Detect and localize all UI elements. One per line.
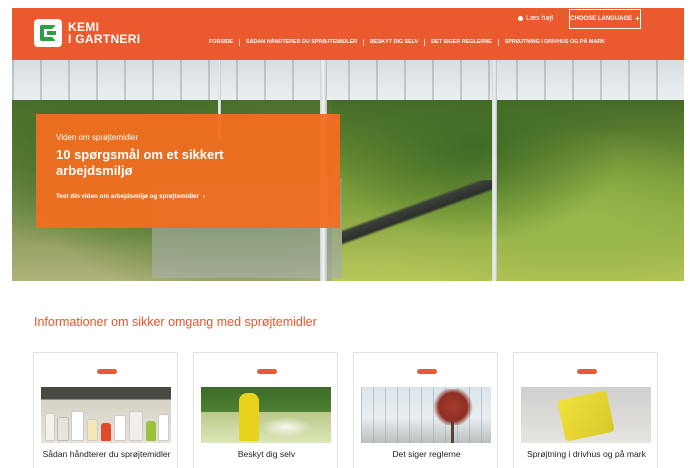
speaker-icon (518, 16, 523, 21)
card-sprojtning[interactable]: Sprøjtning i drivhus og på mark (513, 352, 658, 468)
card-accent-bar (577, 369, 597, 374)
hero-promo-box: Viden om sprøjtemidler 10 spørgsmål om e… (36, 114, 340, 228)
card-accent-bar (97, 369, 117, 374)
greenhouse-aisle (342, 180, 492, 281)
card-image-yellow-bag (521, 387, 651, 443)
card-accent-bar (417, 369, 437, 374)
promo-link[interactable]: Test din viden om arbejdsmiljø og sprøjt… (56, 193, 320, 200)
section-title: Informationer om sikker omgang med sprøj… (34, 315, 317, 329)
greenhouse-pole (492, 60, 497, 281)
read-aloud-label: Læs højt (526, 15, 554, 22)
site-header: KEMI I GARTNERI Læs højt CHOOSE LANGUAGE… (12, 8, 684, 60)
nav-item-regler[interactable]: DET SIGER REGLERNE (424, 39, 498, 46)
choose-language-label: CHOOSE LANGUAGE (570, 16, 633, 22)
card-label: Sprøjtning i drivhus og på mark (527, 449, 646, 459)
logo-text: KEMI I GARTNERI (68, 21, 140, 45)
card-label: Sådan håndterer du sprøjtemidler (42, 449, 171, 459)
logo-line-2: I GARTNERI (68, 32, 141, 46)
logo-mark-icon (34, 19, 62, 47)
promo-title: 10 spørgsmål om et sikkert arbejdsmiljø (56, 147, 224, 178)
nav-item-forside[interactable]: FORSIDE (209, 39, 239, 46)
nav-item-sprojtning[interactable]: SPRØJTNING I DRIVHUS OG PÅ MARK (497, 39, 611, 46)
choose-language-button[interactable]: CHOOSE LANGUAGE + (569, 9, 641, 29)
card-label: Beskyt dig selv (237, 449, 296, 459)
nav-item-handtering[interactable]: SÅDAN HÅNDTERER DU SPRØJTEMIDLER (238, 39, 363, 46)
card-beskyt[interactable]: Beskyt dig selv (193, 352, 338, 468)
site-logo[interactable]: KEMI I GARTNERI (34, 19, 140, 47)
card-accent-bar (257, 369, 277, 374)
plus-icon: + (635, 14, 640, 23)
promo-kicker: Viden om sprøjtemidler (56, 133, 139, 142)
card-image-products (41, 387, 171, 443)
read-aloud-link[interactable]: Læs højt (518, 15, 553, 22)
card-handtering[interactable]: Sådan håndterer du sprøjtemidler (33, 352, 178, 468)
chevron-right-icon: › (203, 193, 206, 200)
card-image-greenhouse-tree (361, 387, 491, 443)
card-image-protective-suit (201, 387, 331, 443)
main-nav: FORSIDE SÅDAN HÅNDTERER DU SPRØJTEMIDLER… (209, 39, 611, 46)
card-regler[interactable]: Det siger reglerne (353, 352, 498, 468)
promo-link-label: Test din viden om arbejdsmiljø og sprøjt… (56, 193, 199, 200)
card-label: Det siger reglerne (392, 449, 461, 459)
nav-item-beskyt[interactable]: BESKYT DIG SELV (363, 39, 424, 46)
